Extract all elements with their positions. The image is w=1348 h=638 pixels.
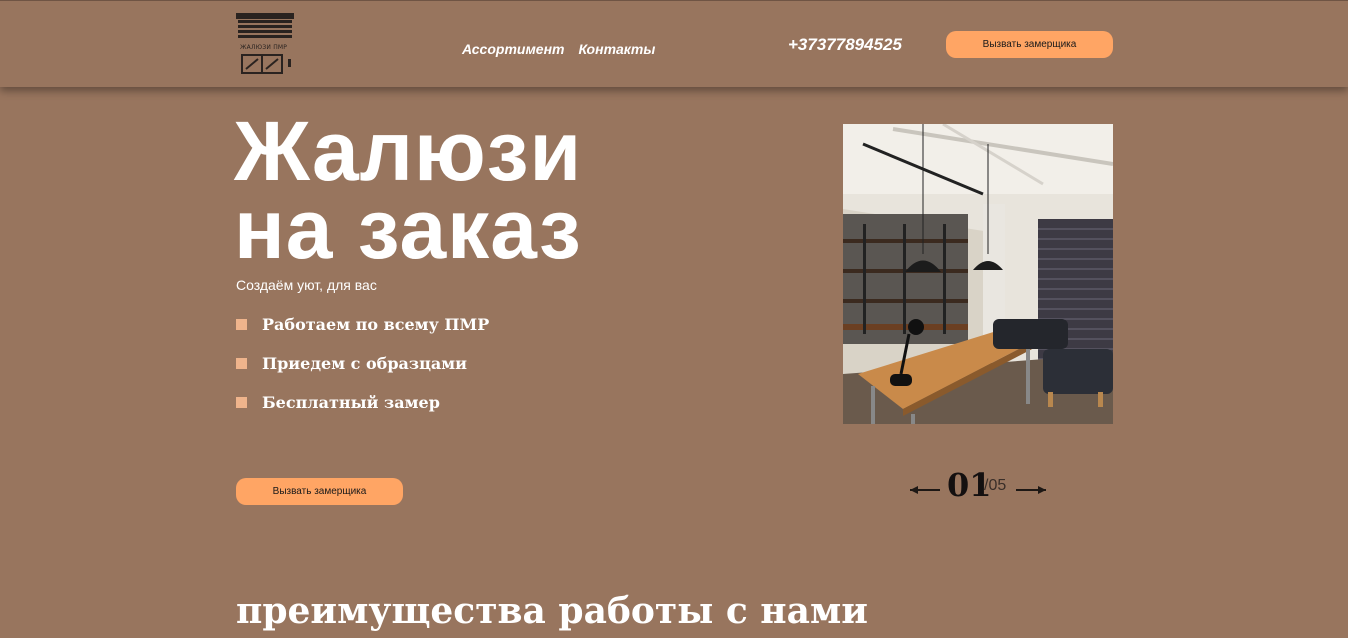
square-bullet-icon	[236, 319, 247, 330]
feature-item: Приедем с образцами	[236, 352, 489, 391]
feature-text: Приедем с образцами	[262, 354, 468, 373]
slider-total: /05	[984, 477, 1007, 494]
call-measurer-header-button[interactable]: Вызвать замерщика	[946, 31, 1113, 58]
blinds-logo-icon	[236, 13, 294, 74]
slider-counter: 01 /05	[910, 466, 1050, 506]
feature-item: Бесплатный замер	[236, 391, 489, 430]
arrow-right-icon[interactable]	[1016, 486, 1046, 494]
feature-item: Работаем по всему ПМР	[236, 313, 489, 352]
main-nav: Ассортимент Контакты	[462, 41, 655, 57]
feature-list: Работаем по всему ПМР Приедем с образцам…	[236, 313, 489, 430]
advantages-heading: преимущества работы с нами	[236, 590, 868, 632]
logo[interactable]: ЖАЛЮЗИ ПМР	[234, 11, 298, 75]
hero-title-line-2: на заказ	[234, 182, 582, 276]
feature-text: Бесплатный замер	[262, 393, 440, 412]
nav-link-contacts[interactable]: Контакты	[578, 41, 655, 57]
hero-subtitle: Создаём уют, для вас	[236, 277, 377, 293]
call-measurer-hero-button[interactable]: Вызвать замерщика	[236, 478, 403, 505]
logo-text: ЖАЛЮЗИ ПМР	[240, 44, 288, 51]
arrow-left-icon[interactable]	[910, 486, 940, 494]
site-header: ЖАЛЮЗИ ПМР Ассортимент Контакты +3737789…	[0, 0, 1348, 87]
square-bullet-icon	[236, 358, 247, 369]
hero-photo-office-interior	[843, 124, 1113, 424]
nav-link-assortment[interactable]: Ассортимент	[462, 41, 564, 57]
square-bullet-icon	[236, 397, 247, 408]
feature-text: Работаем по всему ПМР	[262, 315, 490, 334]
hero-title-line-1: Жалюзи	[234, 104, 583, 198]
hero-title: Жалюзи на заказ	[234, 104, 583, 276]
phone-number[interactable]: +37377894525	[788, 35, 902, 55]
